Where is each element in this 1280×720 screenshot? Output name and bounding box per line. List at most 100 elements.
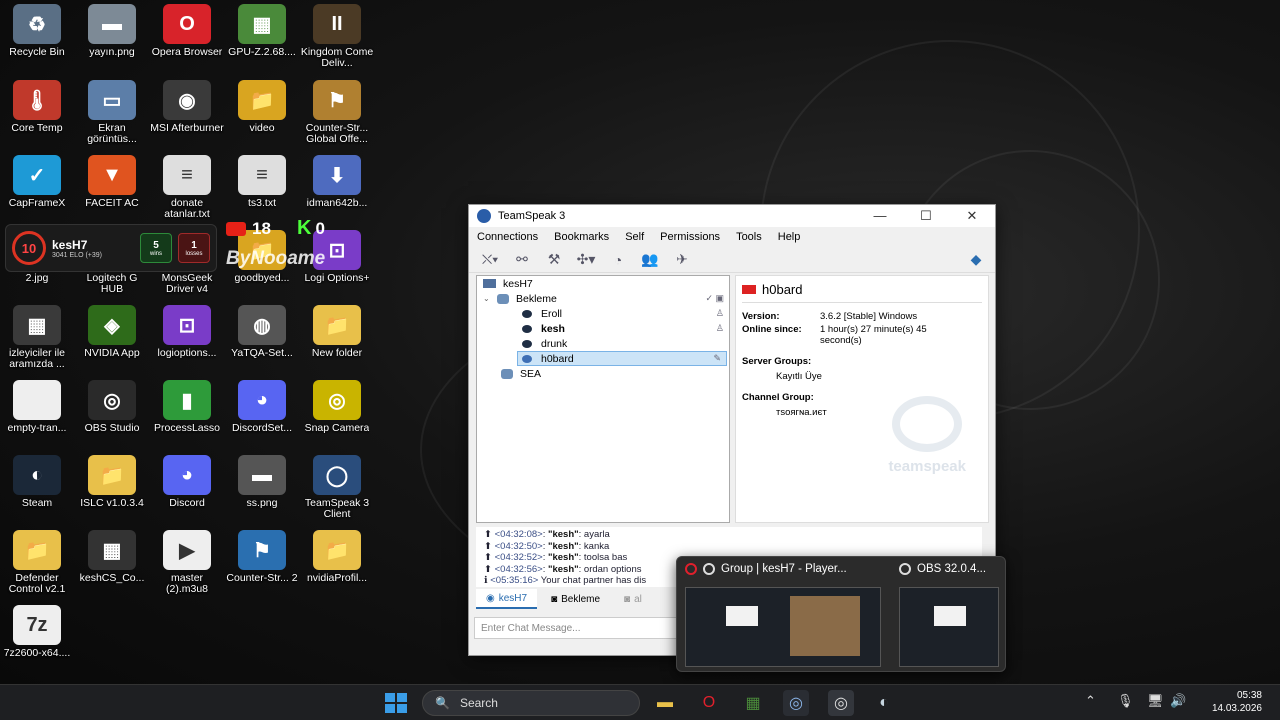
desktop-icon[interactable]: ◍ YaTQA-Set... (225, 305, 299, 377)
obs-icon[interactable]: ◎ (828, 690, 854, 716)
desktop-icon[interactable]: ⚑ Counter-Str... 2 (225, 530, 299, 602)
menu-help[interactable]: Help (778, 231, 801, 243)
desktop-icon[interactable]: ◐ Steam (0, 455, 74, 527)
maximize-button[interactable]: ☐ (903, 208, 949, 224)
microphone-icon[interactable]: 🎙 (1117, 693, 1134, 709)
server-row[interactable]: kesH7 (477, 276, 729, 291)
client-group-icon: ♙ (715, 323, 724, 333)
menu-permissions[interactable]: Permissions (660, 231, 720, 243)
collapse-chevron-icon[interactable]: ⌄ (483, 294, 497, 303)
country-flag-icon (742, 285, 756, 294)
desktop-icon-label: video (249, 123, 275, 134)
opera-icon[interactable]: O (696, 690, 722, 716)
channel-row-sea[interactable]: SEA (477, 366, 729, 381)
close-button[interactable]: ✕ (949, 208, 995, 224)
search-box[interactable]: 🔍 Search (422, 690, 640, 716)
desktop-icon-glyph-icon (13, 380, 61, 420)
away-icon[interactable]: ⚒ (543, 251, 565, 269)
tab-channel[interactable]: ◙ Bekleme (541, 589, 610, 609)
desktop-icon[interactable]: ≡ ts3.txt (225, 155, 299, 227)
desktop-icon-label: Logitech G HUB (86, 273, 138, 295)
teamspeak-icon[interactable]: ◎ (783, 690, 809, 716)
desktop-icon[interactable]: ≡ donate atanlar.txt (150, 155, 224, 227)
gpu-app-icon[interactable]: ▦ (740, 690, 766, 716)
desktop-icon[interactable]: ▭ Ekran görüntüs... (75, 80, 149, 152)
desktop-icon[interactable]: ◎ OBS Studio (75, 380, 149, 452)
tab-server[interactable]: ◉ kesH7 (476, 589, 538, 609)
client-row-kesh[interactable]: kesh ♙ (477, 321, 729, 336)
server-layers-icon[interactable]: ◆ (965, 251, 987, 269)
desktop-icon[interactable]: ⊡ logioptions... (150, 305, 224, 377)
client-row-h0bard[interactable]: h0bard ✎ (517, 351, 727, 366)
teamspeak-logo-icon (477, 209, 491, 223)
desktop-icon-glyph-icon: ◯ (313, 455, 361, 495)
desktop-icon[interactable]: ♻ Recycle Bin (0, 4, 74, 76)
client-info-name: h0bard (762, 282, 803, 297)
desktop-icon[interactable]: ✓ CapFrameX (0, 155, 74, 227)
channel-row-bekleme[interactable]: ⌄ Bekleme ✓ ▣ (477, 291, 729, 306)
contacts-icon[interactable]: 👥 (639, 251, 661, 269)
disconnect-icon[interactable]: ⚯ (511, 251, 533, 269)
desktop-icon-label: donate atanlar.txt (164, 198, 210, 220)
menu-self[interactable]: Self (625, 231, 644, 243)
faceit-elo: 3041 ELO (+39) (52, 251, 103, 259)
steam-icon[interactable]: ◐ (871, 690, 897, 716)
volume-icon[interactable]: 🔊 (1170, 693, 1186, 709)
desktop-icon-label: keshCS_Co... (79, 573, 145, 584)
client-row-drunk[interactable]: drunk (477, 336, 729, 351)
desktop-icon[interactable]: ◕ Discord (150, 455, 224, 527)
desktop-icon[interactable]: O Opera Browser (150, 4, 224, 76)
desktop-icon[interactable]: ▬ ss.png (225, 455, 299, 527)
mute-microphone-icon[interactable]: ✣▾ (575, 251, 597, 269)
desktop-icon[interactable]: ◉ MSI Afterburner (150, 80, 224, 152)
menu-connections[interactable]: Connections (477, 231, 538, 243)
desktop-icon[interactable]: ▶ master (2).m3u8 (150, 530, 224, 602)
desktop-icon[interactable]: ▦ keshCS_Co... (75, 530, 149, 602)
tab-private[interactable]: ◙ al (614, 589, 652, 609)
desktop-icon[interactable]: II Kingdom Come Deliv... (300, 4, 374, 76)
preview-thumbnail-opera[interactable] (685, 587, 881, 667)
faceit-widget[interactable]: 10 kesH7 3041 ELO (+39) 5 wins 1 losses (5, 224, 217, 272)
taskbar: 🔍 Search ▬ O ▦ ◎ ◎ ◐ ⌃ 🎙 🖥 🔊 05:38 14.03… (0, 684, 1280, 720)
desktop-icon-label: YaTQA-Set... (231, 348, 293, 359)
taskbar-preview[interactable]: Group | kesH7 - Player... OBS 32.0.4... (676, 556, 1006, 672)
desktop-icon[interactable]: 7z 7z2600-x64.... (0, 605, 74, 677)
preview-item-opera[interactable]: Group | kesH7 - Player... (685, 563, 847, 575)
whisper-icon[interactable]: ✈ (671, 251, 693, 269)
client-row-eroll[interactable]: Eroll ♙ (477, 306, 729, 321)
desktop-icon[interactable]: ◯ TeamSpeak 3 Client (300, 455, 374, 527)
windows-start-icon[interactable] (385, 693, 407, 713)
network-icon[interactable]: 🖥 (1147, 693, 1164, 709)
desktop-icon[interactable]: ◕ DiscordSet... (225, 380, 299, 452)
title-bar[interactable]: TeamSpeak 3 — ☐ ✕ (469, 205, 995, 227)
desktop-icon[interactable]: ◎ Snap Camera (300, 380, 374, 452)
file-explorer-icon[interactable]: ▬ (652, 690, 678, 716)
channel-tree[interactable]: kesH7 ⌄ Bekleme ✓ ▣ Eroll ♙ kesh ♙ drunk… (476, 275, 730, 523)
show-hidden-icons-icon[interactable]: ⌃ (1085, 693, 1096, 709)
desktop-icon[interactable]: 📁 video (225, 80, 299, 152)
menu-bookmarks[interactable]: Bookmarks (554, 231, 609, 243)
connect-icon[interactable]: ⛌▾ (479, 251, 501, 269)
desktop-icon[interactable]: ◈ NVIDIA App (75, 305, 149, 377)
preview-item-obs[interactable]: OBS 32.0.4... (899, 563, 986, 575)
desktop-icon[interactable]: 📁 ISLC v1.0.3.4 (75, 455, 149, 527)
desktop-icon[interactable]: empty-tran... (0, 380, 74, 452)
desktop-icon[interactable]: ▼ FACEIT AC (75, 155, 149, 227)
desktop-icon[interactable]: ⚑ Counter-Str... Global Offe... (300, 80, 374, 152)
desktop-icon[interactable]: 🌡 Core Temp (0, 80, 74, 152)
desktop-icon[interactable]: ▬ yayın.png (75, 4, 149, 76)
desktop-icon[interactable]: ▦ GPU-Z.2.68.... (225, 4, 299, 76)
desktop-icon[interactable]: 📁 Defender Control v2.1 (0, 530, 74, 602)
clock[interactable]: 05:38 14.03.2026 (1196, 689, 1262, 715)
desktop-icon[interactable]: 📁 nvidiaProfil... (300, 530, 374, 602)
desktop-icon[interactable]: ▦ izleyiciler ile aramızda ... (0, 305, 74, 377)
menu-tools[interactable]: Tools (736, 231, 762, 243)
preview-thumbnail-obs[interactable] (899, 587, 999, 667)
desktop-icon[interactable]: ▮ ProcessLasso (150, 380, 224, 452)
desktop-icon[interactable]: 📁 New folder (300, 305, 374, 377)
desktop-icon-label: Core Temp (11, 123, 63, 134)
chat-icon[interactable]: ◔ (607, 251, 629, 269)
minimize-button[interactable]: — (857, 208, 903, 224)
desktop-icon-glyph-icon: ▼ (88, 155, 136, 195)
desktop-icon-label: ProcessLasso (154, 423, 220, 434)
